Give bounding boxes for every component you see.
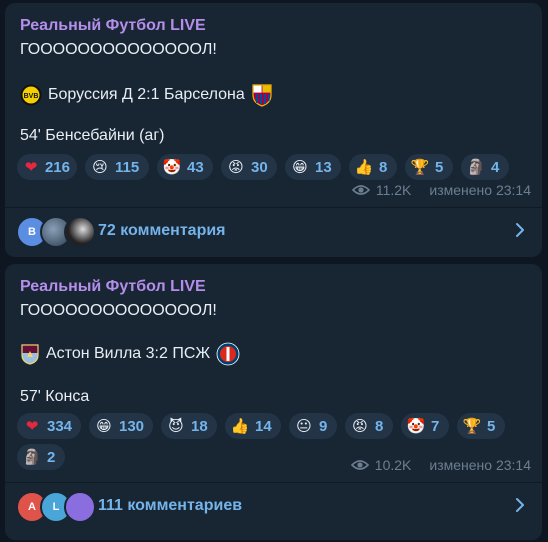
- comments-count-label: 111 комментариев: [98, 497, 243, 514]
- channel-name[interactable]: Реальный Футбол LIVE: [20, 17, 206, 35]
- reaction-count: 8: [379, 158, 388, 176]
- heart-icon: ❤: [24, 158, 38, 176]
- eye-icon: [350, 460, 369, 470]
- avatar: [64, 491, 96, 523]
- clown-icon: 🤡: [162, 158, 182, 176]
- reaction-count: 13: [315, 158, 332, 176]
- reaction-count: 334: [47, 417, 73, 435]
- post-meta: 10.2K изменено 23:14: [350, 457, 531, 473]
- borussia-dortmund-logo-icon: BVB: [20, 84, 42, 106]
- avatar: [64, 216, 96, 248]
- aston-villa-logo-icon: [21, 344, 39, 365]
- barcelona-logo-icon: [252, 84, 272, 107]
- score-text: Астон Вилла 3:2 ПСЖ: [46, 345, 211, 362]
- goal-detail: 54' Бенсебайни (аг): [20, 127, 165, 144]
- chevron-right-icon: [516, 498, 524, 512]
- eye-icon: [351, 185, 370, 195]
- reaction-count: 130: [119, 417, 145, 435]
- view-count: 11.2K: [375, 182, 412, 198]
- reaction-count: 9: [319, 417, 328, 435]
- moai-icon: 🗿: [466, 158, 486, 176]
- reaction-count: 7: [431, 417, 440, 435]
- reaction-grin[interactable]: 😁 130: [89, 413, 153, 439]
- devil-icon: 😈: [168, 417, 184, 435]
- reaction-count: 5: [435, 158, 444, 176]
- channel-post: Реальный Футбол LIVE ГООООООООООООООЛ! А…: [5, 264, 542, 540]
- chevron-right-icon: [516, 223, 524, 237]
- reaction-clown[interactable]: 🤡 7: [401, 413, 449, 439]
- score-line-row: Астон Вилла 3:2 ПСЖ: [20, 342, 240, 366]
- edited-timestamp: изменено 23:14: [429, 457, 531, 473]
- divider: [5, 482, 542, 483]
- reaction-count: 2: [47, 448, 56, 466]
- reaction-count: 8: [375, 417, 384, 435]
- comments-button[interactable]: A L 111 комментариев: [5, 484, 542, 528]
- post-meta: 11.2K изменено 23:14: [351, 182, 531, 198]
- reaction-heart[interactable]: ❤ 334: [17, 413, 81, 439]
- post-headline: ГООООООООООООООЛ!: [20, 41, 217, 58]
- divider: [5, 207, 542, 208]
- svg-text:BVB: BVB: [24, 93, 39, 100]
- post-headline: ГООООООООООООООЛ!: [20, 302, 217, 319]
- reaction-count: 14: [255, 417, 272, 435]
- reaction-neutral[interactable]: 😐 9: [289, 413, 337, 439]
- angry-face-icon: 😡: [228, 158, 244, 176]
- reaction-trophy[interactable]: 🏆 5: [457, 413, 505, 439]
- reaction-count: 43: [187, 158, 204, 176]
- commenter-avatars: A L: [16, 491, 98, 523]
- grin-icon: 😁: [96, 417, 112, 435]
- clown-icon: 🤡: [406, 417, 426, 435]
- reaction-moai[interactable]: 🗿 2: [17, 444, 65, 470]
- crying-face-icon: 😢: [92, 158, 108, 176]
- reaction-count: 18: [191, 417, 208, 435]
- trophy-icon: 🏆: [410, 158, 430, 176]
- comments-count-label: 72 комментария: [98, 222, 226, 239]
- reaction-grin[interactable]: 😁 13: [285, 154, 341, 180]
- view-count: 10.2K: [374, 457, 412, 473]
- trophy-icon: 🏆: [462, 417, 482, 435]
- reaction-trophy[interactable]: 🏆 5: [405, 154, 453, 180]
- reaction-thumbs-up[interactable]: 👍 8: [349, 154, 397, 180]
- reaction-count: 216: [44, 158, 70, 176]
- edited-timestamp: изменено 23:14: [429, 182, 531, 198]
- reaction-count: 115: [115, 158, 140, 176]
- commenter-avatars: B: [16, 216, 98, 248]
- neutral-face-icon: 😐: [296, 417, 312, 435]
- reaction-clown[interactable]: 🤡 43: [157, 154, 213, 180]
- reaction-devil[interactable]: 😈 18: [161, 413, 217, 439]
- score-text: Боруссия Д 2:1 Барселона: [48, 86, 245, 103]
- thumbs-up-icon: 👍: [354, 158, 374, 176]
- reaction-angry[interactable]: 😡 8: [345, 413, 393, 439]
- reaction-moai[interactable]: 🗿 4: [461, 154, 509, 180]
- heart-icon: ❤: [25, 417, 39, 435]
- reaction-count: 5: [487, 417, 496, 435]
- thumbs-up-icon: 👍: [230, 417, 250, 435]
- grin-icon: 😁: [292, 158, 308, 176]
- reaction-count: 4: [491, 158, 500, 176]
- reaction-crying[interactable]: 😢 115: [85, 154, 149, 180]
- psg-logo-icon: [216, 342, 240, 366]
- score-line-row: BVB Боруссия Д 2:1 Барселона: [20, 83, 273, 107]
- reaction-angry[interactable]: 😡 30: [221, 154, 277, 180]
- reaction-thumbs-up[interactable]: 👍 14: [225, 413, 281, 439]
- reaction-count: 30: [251, 158, 268, 176]
- moai-icon: 🗿: [22, 448, 42, 466]
- channel-name[interactable]: Реальный Футбол LIVE: [20, 278, 206, 296]
- comments-button[interactable]: B 72 комментария: [5, 209, 542, 253]
- channel-post: Реальный Футбол LIVE ГООООООООООООООЛ! B…: [5, 3, 542, 257]
- angry-face-icon: 😡: [352, 417, 368, 435]
- reaction-heart[interactable]: ❤ 216: [17, 154, 77, 180]
- goal-detail: 57' Конса: [20, 388, 90, 405]
